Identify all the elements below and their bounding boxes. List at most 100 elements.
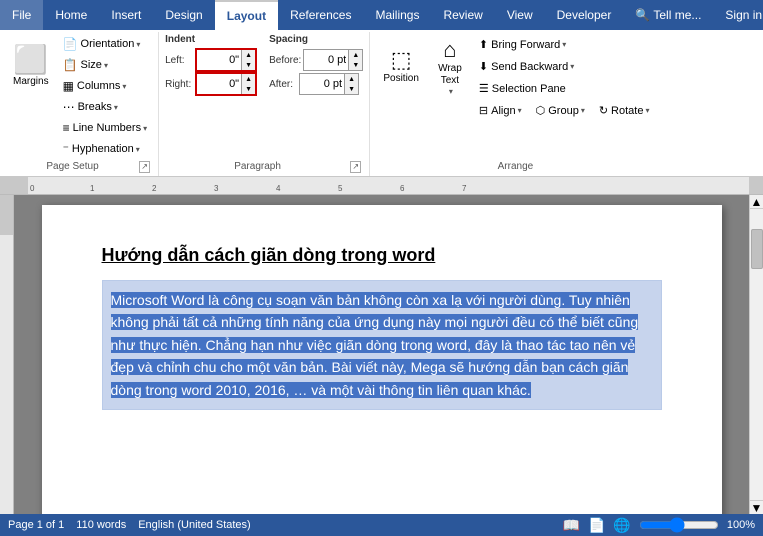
ruler-tick-0: 0 — [30, 184, 34, 193]
send-backward-row: ⬇ Send Backward ▾ — [474, 56, 655, 77]
tab-bar: File Home Insert Design Layout Reference… — [0, 0, 763, 30]
hyphenation-button[interactable]: ⁻ Hyphenation ▾ — [58, 139, 153, 159]
send-backward-arrow: ▾ — [570, 62, 574, 71]
send-backward-icon: ⬇ — [479, 60, 488, 73]
tab-insert[interactable]: Insert — [99, 0, 153, 30]
paragraph-content: Indent Left: ▲ ▼ — [165, 34, 363, 159]
spacing-col: Spacing Before: ▲ ▼ — [269, 34, 363, 95]
bring-forward-button[interactable]: ⬆ Bring Forward ▾ — [474, 36, 571, 53]
page-setup-col: 📄 Orientation ▾ 📋 Size ▾ ▦ Columns — [58, 34, 153, 159]
spacing-after-field: ▲ ▼ — [299, 73, 359, 95]
tell-me-button[interactable]: 🔍 Tell me... — [623, 2, 713, 28]
paragraph-label: Paragraph — [167, 159, 348, 174]
paragraph-expander[interactable]: ↗ — [350, 161, 361, 173]
tab-developer[interactable]: Developer — [545, 0, 624, 30]
scroll-down-button[interactable]: ▼ — [750, 500, 763, 514]
send-backward-button[interactable]: ⬇ Send Backward ▾ — [474, 58, 579, 75]
scroll-thumb[interactable] — [751, 229, 763, 269]
group-arrange: ⬚ Position ⌂ WrapText ▾ ⬆ — [370, 32, 660, 176]
rotate-button[interactable]: ↻ Rotate ▾ — [594, 102, 655, 119]
tab-home[interactable]: Home — [43, 0, 99, 30]
vertical-scrollbar[interactable]: ▲ ▼ — [749, 195, 763, 514]
indent-left-input[interactable] — [197, 50, 241, 70]
columns-button[interactable]: ▦ Columns ▾ — [58, 76, 153, 96]
ribbon: File Home Insert Design Layout Reference… — [0, 0, 763, 177]
group-icon: ⬡ — [536, 104, 546, 117]
tab-review[interactable]: Review — [431, 0, 494, 30]
hyphenation-arrow: ▾ — [136, 145, 140, 154]
wrap-text-button[interactable]: ⌂ WrapText ▾ — [428, 34, 472, 100]
breaks-arrow: ▾ — [114, 103, 118, 112]
spacing-after-up[interactable]: ▲ — [344, 74, 358, 84]
line-numbers-button[interactable]: ≡ Line Numbers ▾ — [58, 118, 153, 138]
indent-right-up[interactable]: ▲ — [241, 74, 255, 84]
indent-left-row: Left: ▲ ▼ — [165, 49, 257, 71]
position-button[interactable]: ⬚ Position — [376, 34, 426, 100]
orientation-icon: 📄 — [63, 37, 78, 51]
breaks-button[interactable]: ⋯ Breaks ▾ — [58, 97, 153, 117]
spacing-before-input[interactable] — [304, 50, 348, 70]
indent-right-input[interactable] — [197, 74, 241, 94]
indent-left-up[interactable]: ▲ — [241, 50, 255, 60]
size-button[interactable]: 📋 Size ▾ — [58, 55, 153, 75]
tab-layout[interactable]: Layout — [215, 0, 278, 30]
rotate-icon: ↻ — [599, 104, 608, 117]
tab-file[interactable]: File — [0, 0, 43, 30]
selected-body-text: Microsoft Word là công cụ soạn văn bản k… — [111, 292, 639, 398]
bring-forward-icon: ⬆ — [479, 38, 488, 51]
indent-header: Indent — [165, 34, 257, 47]
ruler-tick-3: 3 — [214, 184, 218, 193]
wrap-text-arrow: ▾ — [449, 87, 453, 96]
spacing-after-input[interactable] — [300, 74, 344, 94]
page-setup-label: Page Setup — [8, 159, 137, 174]
ruler-left-margin — [0, 177, 28, 194]
scroll-up-button[interactable]: ▲ — [750, 195, 763, 209]
document-body[interactable]: Microsoft Word là công cụ soạn văn bản k… — [102, 280, 662, 410]
indent-right-down[interactable]: ▼ — [241, 84, 255, 94]
arrange-content: ⬚ Position ⌂ WrapText ▾ ⬆ — [376, 34, 654, 159]
v-ruler-top-margin — [0, 195, 13, 235]
indent-left-label: Left: — [165, 55, 193, 66]
tab-view[interactable]: View — [495, 0, 545, 30]
selection-pane-button[interactable]: ☰ Selection Pane — [474, 80, 571, 97]
margins-button[interactable]: ⬜ Margins — [6, 34, 56, 100]
tab-mailings[interactable]: Mailings — [363, 0, 431, 30]
spacing-before-down[interactable]: ▼ — [348, 60, 362, 70]
zoom-slider[interactable] — [639, 517, 719, 533]
orientation-arrow: ▾ — [136, 40, 140, 49]
ruler-tick-1: 1 — [90, 184, 94, 193]
bring-forward-label: Bring Forward — [491, 39, 560, 51]
arrange-label: Arrange — [378, 159, 652, 174]
page-wrapper: Hướng dẫn cách giãn dòng trong word Micr… — [14, 195, 749, 514]
margins-icon: ⬜ — [13, 46, 48, 74]
spacing-after-spinner: ▲ ▼ — [344, 74, 358, 94]
align-button[interactable]: ⊟ Align ▾ — [474, 102, 527, 119]
ruler-vertical — [0, 195, 14, 514]
position-icon: ⬚ — [391, 49, 412, 71]
sign-in-button[interactable]: Sign in — [713, 2, 763, 28]
indent-left-down[interactable]: ▼ — [241, 60, 255, 70]
page-setup-expander[interactable]: ↗ — [139, 161, 150, 173]
align-arrow: ▾ — [518, 106, 522, 115]
indent-right-label: Right: — [165, 79, 193, 90]
spacing-before-field: ▲ ▼ — [303, 49, 363, 71]
indent-right-row: Right: ▲ ▼ — [165, 73, 257, 95]
ribbon-right: 🔍 Tell me... Sign in 👤 — [623, 0, 763, 30]
status-right: 📖 📄 🌐 100% — [563, 517, 755, 534]
spacing-after-down[interactable]: ▼ — [344, 84, 358, 94]
view-print-button[interactable]: 📄 — [588, 517, 605, 534]
group-button[interactable]: ⬡ Group ▾ — [531, 102, 590, 119]
arrange-footer: Arrange — [376, 159, 654, 174]
ruler-tick-5: 5 — [338, 184, 342, 193]
view-read-button[interactable]: 📖 — [563, 517, 580, 534]
indent-col: Indent Left: ▲ ▼ — [165, 34, 257, 95]
position-label: Position — [383, 73, 419, 85]
align-icon: ⊟ — [479, 104, 488, 117]
bring-forward-row: ⬆ Bring Forward ▾ — [474, 34, 655, 55]
line-numbers-icon: ≡ — [63, 121, 70, 135]
tab-references[interactable]: References — [278, 0, 363, 30]
view-web-button[interactable]: 🌐 — [613, 517, 630, 534]
orientation-button[interactable]: 📄 Orientation ▾ — [58, 34, 153, 54]
tab-design[interactable]: Design — [153, 0, 214, 30]
spacing-before-up[interactable]: ▲ — [348, 50, 362, 60]
